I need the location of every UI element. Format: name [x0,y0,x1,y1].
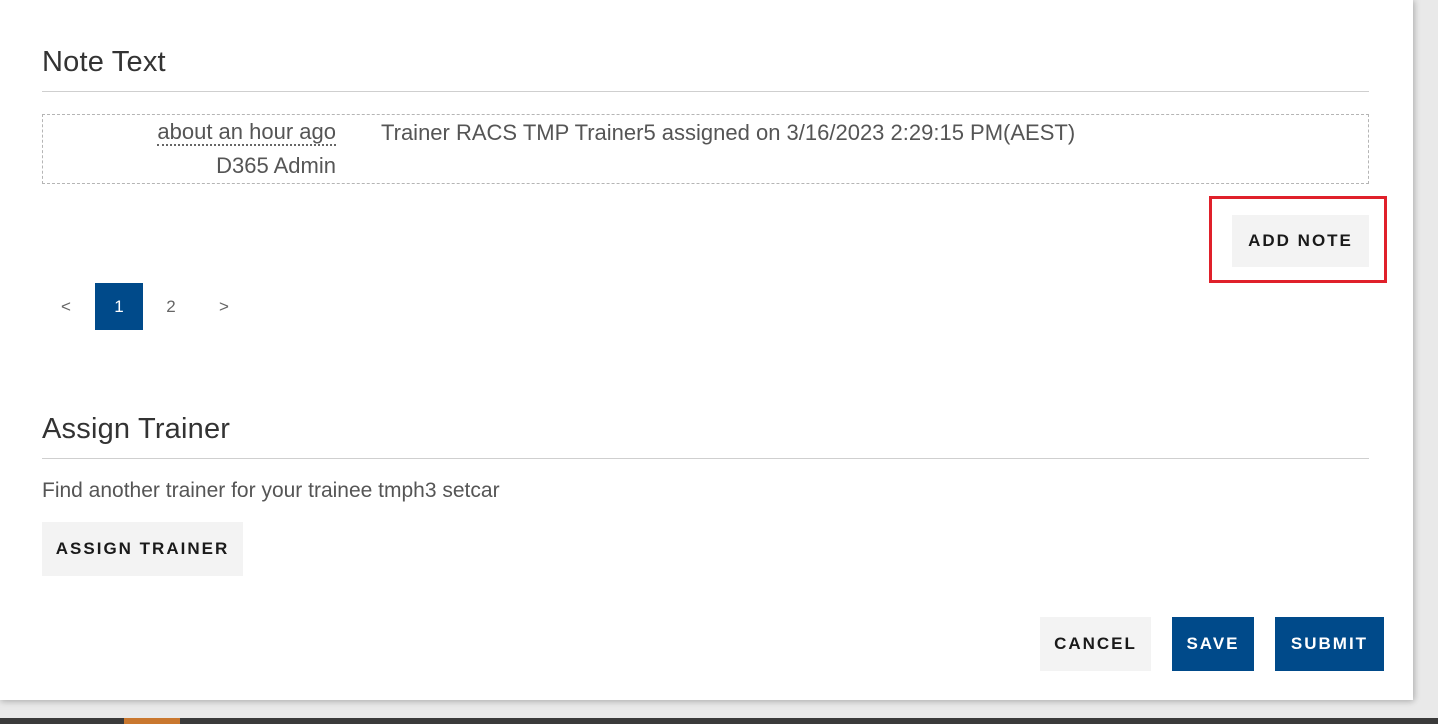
note-section-title: Note Text [42,46,166,78]
assign-section-divider [42,458,1369,459]
pagination-prev[interactable]: < [42,283,90,330]
form-panel: Note Text about an hour ago D365 Admin T… [0,0,1413,700]
note-section-divider [42,91,1369,92]
assign-trainer-title: Assign Trainer [42,413,231,445]
save-button[interactable]: SAVE [1172,617,1254,671]
submit-button[interactable]: SUBMIT [1275,617,1384,671]
pagination-page-1[interactable]: 1 [95,283,143,330]
note-entry: about an hour ago D365 Admin Trainer RAC… [42,114,1369,184]
assign-trainer-description: Find another trainer for your trainee tm… [42,479,500,502]
pagination-next[interactable]: > [200,283,248,330]
pagination-page-2[interactable]: 2 [147,283,195,330]
note-timestamp[interactable]: about an hour ago [157,120,336,146]
assign-trainer-button[interactable]: ASSIGN TRAINER [42,522,243,576]
add-note-highlight [1209,196,1387,283]
note-text: Trainer RACS TMP Trainer5 assigned on 3/… [381,120,1076,145]
bottom-bar-accent [124,718,180,724]
cancel-button[interactable]: CANCEL [1040,617,1151,671]
note-author: D365 Admin [216,153,336,178]
bottom-bar [0,718,1438,724]
